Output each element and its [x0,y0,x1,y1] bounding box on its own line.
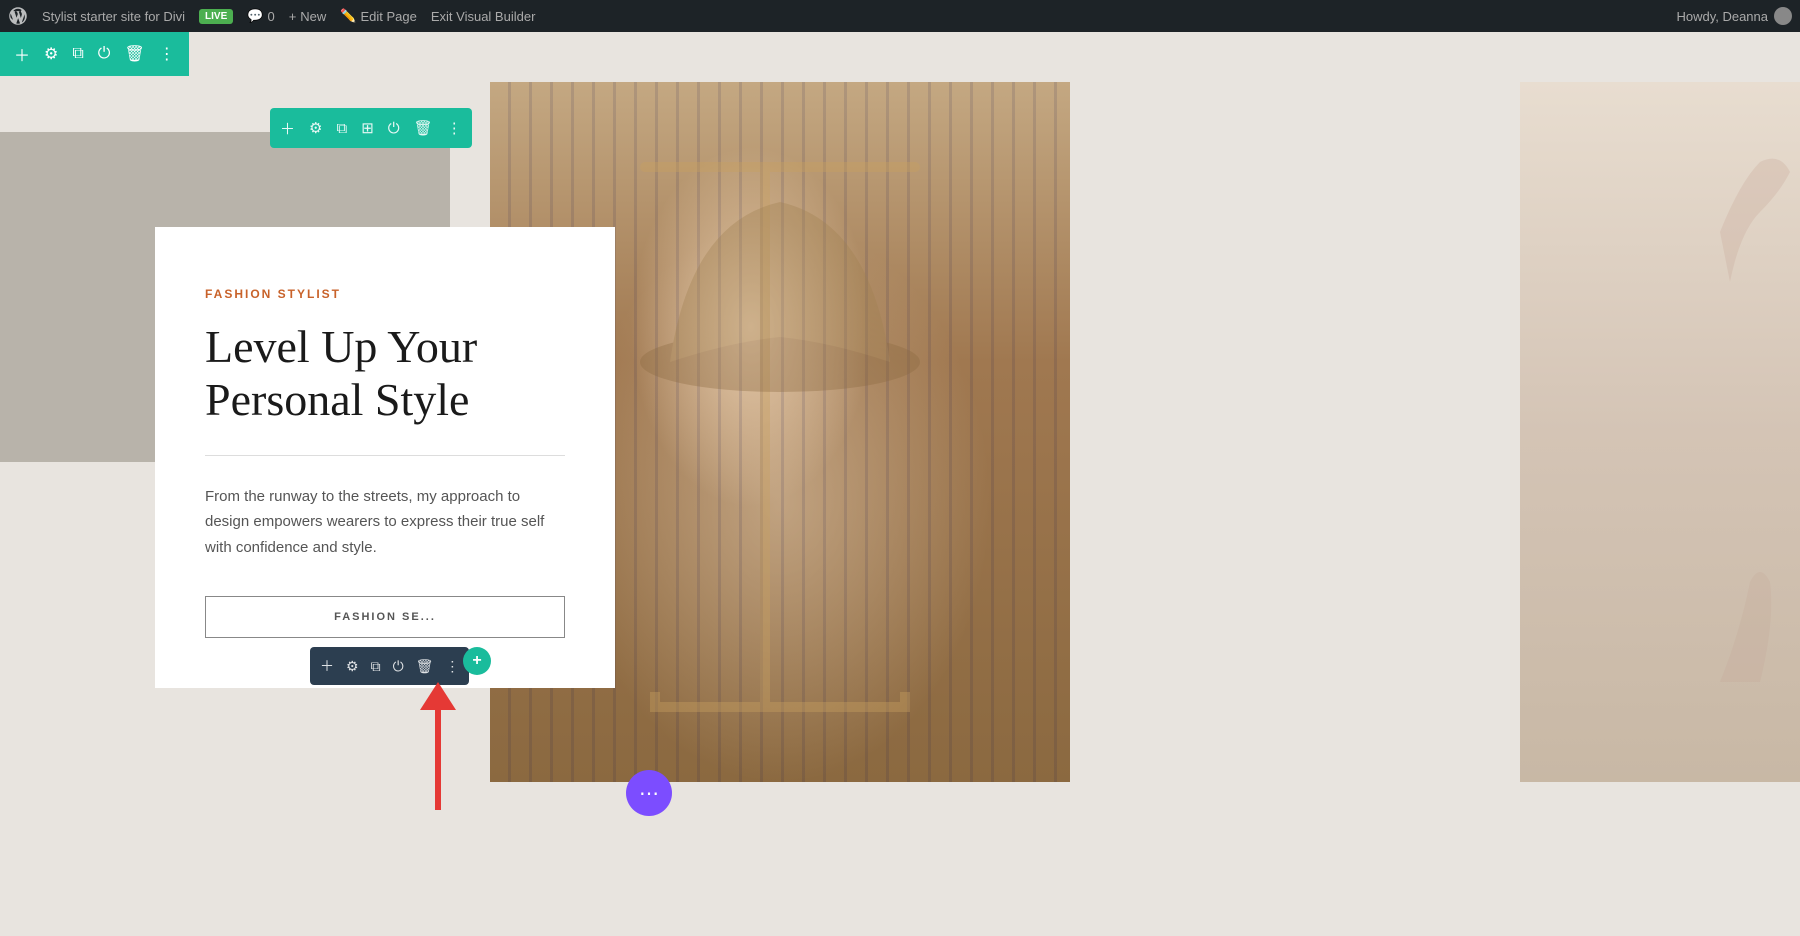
site-name: Stylist starter site for Divi [42,9,185,24]
section-copy-icon[interactable]: ⧉ [336,120,347,137]
user-avatar [1774,7,1792,25]
divi-add-icon[interactable]: ＋ [14,42,30,66]
section-add-icon[interactable]: ＋ [280,118,295,139]
module-copy-icon[interactable]: ⧉ [371,658,381,675]
live-badge: Live [199,9,233,24]
section-columns-icon[interactable]: ⊞ [361,119,374,137]
section-toolbar: ＋ ⚙ ⧉ ⊞ ⏻ 🗑 ⋮ [270,108,472,148]
module-add-circle[interactable]: + [463,647,491,675]
divi-settings-icon[interactable]: ⚙ [44,44,58,64]
divi-more-icon[interactable]: ⋮ [159,44,175,64]
arrow-head [420,682,456,710]
module-settings-icon[interactable]: ⚙ [346,658,359,675]
divi-builder-bar: ＋ ⚙ ⧉ ⏻ 🗑 ⋮ [0,32,189,76]
new-link[interactable]: + New [289,9,327,24]
section-delete-icon[interactable]: 🗑 [414,119,433,137]
module-more-icon[interactable]: ⋮ [445,658,459,675]
module-toolbar: ＋ ⚙ ⧉ ⏻ 🗑 ⋮ [310,647,469,685]
edit-page-link[interactable]: ✏️ Edit Page [340,8,417,24]
exit-vb-link[interactable]: Exit Visual Builder [431,9,536,24]
arrow-indicator [420,684,456,810]
card-eyebrow: FASHION STYLIST [205,287,565,301]
section-power-icon[interactable]: ⏻ [388,120,400,137]
card-title: Level Up Your Personal Style [205,321,565,427]
section-more-icon[interactable]: ⋮ [447,119,462,137]
divi-delete-icon[interactable]: 🗑 [124,44,144,64]
module-delete-icon[interactable]: 🗑 [416,658,434,675]
card-divider [205,455,565,456]
divi-power-icon[interactable]: ⏻ [98,45,111,63]
wp-logo[interactable] [8,6,28,26]
hero-card: FASHION STYLIST Level Up Your Personal S… [155,227,615,688]
divi-copy-icon[interactable]: ⧉ [72,45,83,63]
howdy-user[interactable]: Howdy, Deanna [1676,7,1792,25]
section-settings-icon[interactable]: ⚙ [309,119,322,137]
module-add-icon[interactable]: ＋ [320,656,334,676]
arrow-shaft [435,710,441,810]
purple-dots-button[interactable]: ⋯ [626,770,672,816]
card-body: From the runway to the streets, my appro… [205,484,565,561]
admin-bar: Stylist starter site for Divi Live 💬 0 +… [0,0,1800,32]
card-button[interactable]: FASHION SE... [205,596,565,638]
comment-count-link[interactable]: 💬 0 [247,8,274,24]
page-content: ＋ ⚙ ⧉ ⊞ ⏻ 🗑 ⋮ FASHION STYLIST Level Up Y… [0,32,1800,936]
module-power-icon[interactable]: ⏻ [393,658,404,675]
right-image [1520,82,1800,782]
